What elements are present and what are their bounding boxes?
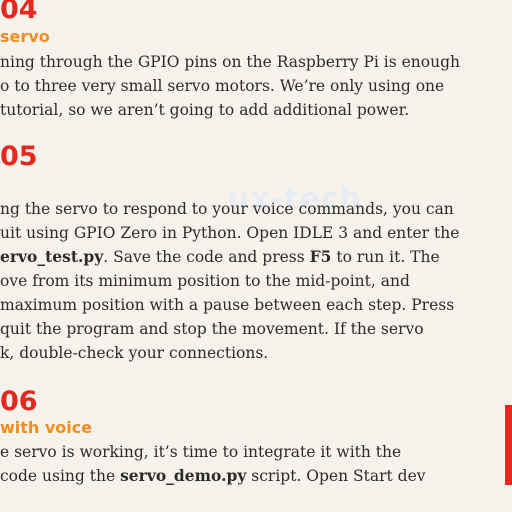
- servo-test-filename: ervo_test.py: [0, 247, 104, 266]
- step-05-line-3-end: to run it. The: [331, 248, 440, 266]
- step-06-line-1: e servo is working, it’s time to integra…: [0, 443, 402, 461]
- step-05-line-4: ove from its minimum position to the mid…: [0, 272, 410, 290]
- step-04-number: 04: [0, 0, 38, 25]
- step-06-line-2: code using the servo_demo.py script. Ope…: [0, 464, 426, 488]
- step-05-line-1: ng the servo to respond to your voice co…: [0, 200, 454, 218]
- step-06-line-2-end: script. Open Start dev: [246, 467, 426, 485]
- step-06-number: 06: [0, 386, 38, 417]
- step-05-line-3-mid: . Save the code and press: [103, 248, 310, 266]
- servo-demo-filename: servo_demo.py: [120, 466, 247, 485]
- step-06-line-2-start: code using the: [0, 467, 121, 485]
- step-05-line-5: maximum position with a pause between ea…: [0, 296, 455, 314]
- step-06-subtitle: with voice: [0, 418, 93, 437]
- step-04-line-1: ning through the GPIO pins on the Raspbe…: [0, 53, 460, 71]
- step-04-subtitle: servo: [0, 27, 50, 46]
- step-04-body: ning through the GPIO pins on the Raspbe…: [0, 50, 460, 122]
- step-05-line-2: uit using GPIO Zero in Python. Open IDLE…: [0, 224, 460, 242]
- step-06-body: e servo is working, it’s time to integra…: [0, 440, 426, 488]
- tutorial-page: ux-tech 04 servo ning through the GPIO p…: [0, 0, 512, 512]
- step-05-number: 05: [0, 141, 38, 172]
- step-05-line-6: quit the program and stop the movement. …: [0, 320, 424, 338]
- f5-key: F5: [309, 247, 332, 266]
- step-05-line-3: ervo_test.py. Save the code and press F5…: [0, 245, 459, 269]
- step-04-line-2: o to three very small servo motors. We’r…: [0, 77, 445, 95]
- step-05-body: ng the servo to respond to your voice co…: [0, 197, 459, 365]
- step-04-line-3: tutorial, so we aren’t going to add addi…: [0, 101, 410, 119]
- step-05-line-7: k, double-check your connections.: [0, 344, 269, 362]
- accent-bar: [505, 405, 512, 485]
